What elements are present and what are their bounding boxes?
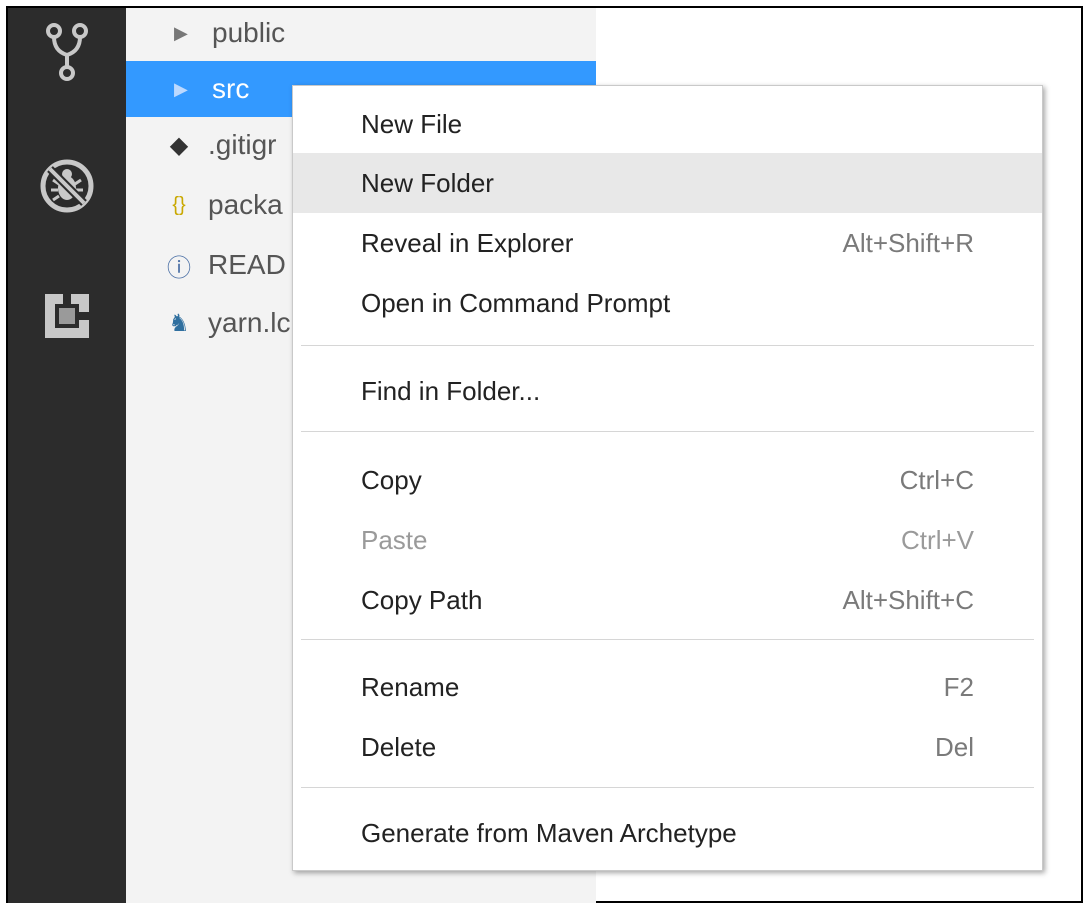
- menu-item-find-in-folder[interactable]: Find in Folder...: [293, 361, 1042, 421]
- menu-item-shortcut: Ctrl+V: [901, 524, 974, 555]
- extensions-icon[interactable]: [35, 284, 99, 348]
- menu-separator: [301, 431, 1034, 432]
- source-control-icon[interactable]: [35, 20, 99, 84]
- menu-separator: [301, 787, 1034, 788]
- menu-item-label: Rename: [361, 671, 460, 702]
- menu-item-shortcut: Alt+Shift+R: [842, 227, 974, 258]
- menu-item-delete[interactable]: Delete Del: [293, 717, 1042, 777]
- menu-separator: [301, 345, 1034, 346]
- chevron-right-icon: ▶: [174, 78, 188, 99]
- tree-item-label: packa: [208, 189, 283, 220]
- menu-item-reveal-in-explorer[interactable]: Reveal in Explorer Alt+Shift+R: [293, 213, 1042, 273]
- menu-item-new-file[interactable]: New File: [293, 94, 1042, 154]
- menu-item-label: Copy: [361, 464, 422, 495]
- menu-item-shortcut: Ctrl+C: [899, 464, 974, 495]
- menu-item-label: Copy Path: [361, 584, 483, 615]
- tree-item-label: yarn.lc: [208, 307, 291, 338]
- menu-item-shortcut: F2: [943, 671, 974, 702]
- menu-item-new-folder[interactable]: New Folder: [293, 153, 1042, 213]
- menu-item-label: Open in Command Prompt: [361, 287, 671, 318]
- activity-bar: [8, 8, 126, 903]
- menu-item-shortcut: Alt+Shift+C: [842, 584, 974, 615]
- menu-item-label: New File: [361, 108, 463, 139]
- menu-item-generate-from-maven-archetype[interactable]: Generate from Maven Archetype: [293, 803, 1042, 863]
- menu-item-paste[interactable]: Paste Ctrl+V: [293, 510, 1042, 570]
- menu-item-copy[interactable]: Copy Ctrl+C: [293, 450, 1042, 510]
- no-debug-icon[interactable]: [35, 154, 99, 218]
- menu-item-label: New Folder: [361, 167, 494, 198]
- menu-item-rename[interactable]: Rename F2: [293, 657, 1042, 717]
- tree-item-label: READ: [208, 249, 286, 280]
- tree-item-label: src: [212, 73, 250, 104]
- yarn-cat-icon: ♞: [168, 309, 190, 337]
- info-icon: ⓘ: [167, 254, 191, 282]
- tree-item-public[interactable]: ▶ public: [126, 5, 596, 61]
- tree-item-label: .gitigr: [208, 129, 277, 160]
- context-menu: New File New Folder Reveal in Explorer A…: [292, 85, 1043, 871]
- menu-item-label: Generate from Maven Archetype: [361, 817, 737, 848]
- tree-item-label: public: [212, 17, 286, 48]
- menu-item-shortcut: Del: [934, 731, 974, 762]
- menu-item-label: Reveal in Explorer: [361, 227, 574, 258]
- menu-item-label: Find in Folder...: [361, 375, 541, 406]
- json-braces-icon: {}: [172, 193, 186, 216]
- chevron-right-icon: ▶: [174, 22, 188, 43]
- menu-separator: [301, 639, 1034, 640]
- git-icon: ◆: [169, 131, 189, 159]
- menu-item-open-in-command-prompt[interactable]: Open in Command Prompt: [293, 273, 1042, 333]
- menu-item-label: Delete: [361, 731, 437, 762]
- menu-item-copy-path[interactable]: Copy Path Alt+Shift+C: [293, 570, 1042, 630]
- menu-item-label: Paste: [361, 524, 428, 555]
